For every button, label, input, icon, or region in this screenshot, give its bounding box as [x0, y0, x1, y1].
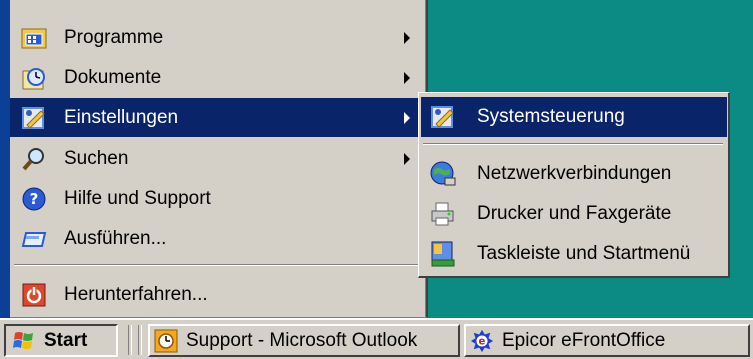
windows-logo-icon [12, 329, 40, 353]
menu-separator [14, 264, 418, 266]
submenu-item-label: Netzwerkverbindungen [477, 163, 672, 184]
svg-text:?: ? [30, 190, 39, 208]
start-button-label: Start [44, 329, 88, 351]
task-button-label: Epicor eFrontOffice [502, 329, 666, 351]
search-icon [20, 145, 48, 173]
outlook-icon [154, 329, 178, 353]
start-menu: Programme Dokumente Einstellungen Suchen… [10, 0, 428, 318]
taskbar-icon [429, 240, 457, 268]
menu-item-label: Suchen [64, 147, 129, 169]
start-button[interactable]: Start [4, 324, 118, 357]
programs-icon [20, 24, 48, 52]
submenu-arrow-icon [404, 32, 410, 44]
menu-item-programme[interactable]: Programme [10, 18, 424, 57]
taskbar-divider [128, 325, 132, 355]
submenu-item-label: Taskleiste und Startmenü [477, 243, 691, 264]
menu-item-label: Hilfe und Support [64, 187, 211, 209]
task-button-label: Support - Microsoft Outlook [186, 329, 418, 351]
submenu-item-label: Systemsteuerung [477, 106, 625, 127]
task-button-epicor[interactable]: e Epicor eFrontOffice [464, 324, 750, 357]
menu-item-hilfe-und-support[interactable]: ? Hilfe und Support [10, 179, 424, 218]
epicor-icon: e [470, 329, 494, 353]
menu-item-label: Dokumente [64, 66, 162, 88]
submenu-item-systemsteuerung[interactable]: Systemsteuerung [421, 97, 727, 137]
submenu-arrow-icon [404, 112, 410, 124]
submenu-item-label: Drucker und Faxgeräte [477, 203, 672, 224]
submenu-arrow-icon [404, 153, 410, 165]
settings-icon [20, 104, 48, 132]
submenu-item-drucker-und-faxgeraete[interactable]: Drucker und Faxgeräte [421, 194, 727, 234]
submenu-separator [423, 143, 723, 145]
menu-item-ausfuehren[interactable]: Ausführen... [10, 219, 424, 258]
submenu-item-taskleiste-und-startmenue[interactable]: Taskleiste und Startmenü [421, 234, 727, 274]
submenu-arrow-icon [404, 72, 410, 84]
menu-item-label: Programme [64, 26, 164, 48]
menu-item-label: Einstellungen [64, 106, 179, 128]
menu-item-suchen[interactable]: Suchen [10, 139, 424, 178]
documents-icon [20, 64, 48, 92]
menu-item-dokumente[interactable]: Dokumente [10, 58, 424, 97]
menu-item-label: Ausführen... [64, 227, 167, 249]
run-icon [20, 225, 48, 253]
control-panel-icon [429, 103, 457, 131]
taskbar-divider [138, 325, 142, 355]
svg-text:e: e [479, 336, 486, 347]
task-button-outlook[interactable]: Support - Microsoft Outlook [148, 324, 460, 357]
help-icon: ? [20, 185, 48, 213]
network-connections-icon [429, 160, 457, 188]
menu-item-einstellungen[interactable]: Einstellungen [10, 98, 424, 137]
shutdown-icon [20, 281, 48, 309]
menu-item-label: Herunterfahren... [64, 283, 208, 305]
printer-icon [429, 200, 457, 228]
submenu-item-netzwerkverbindungen[interactable]: Netzwerkverbindungen [421, 154, 727, 194]
settings-submenu: Systemsteuerung Netzwerkverbindungen Dru… [418, 92, 730, 278]
start-menu-side-band [0, 0, 10, 318]
taskbar: Start Support - Microsoft Outlook e Epic… [0, 318, 753, 359]
menu-item-herunterfahren[interactable]: Herunterfahren... [10, 275, 424, 314]
